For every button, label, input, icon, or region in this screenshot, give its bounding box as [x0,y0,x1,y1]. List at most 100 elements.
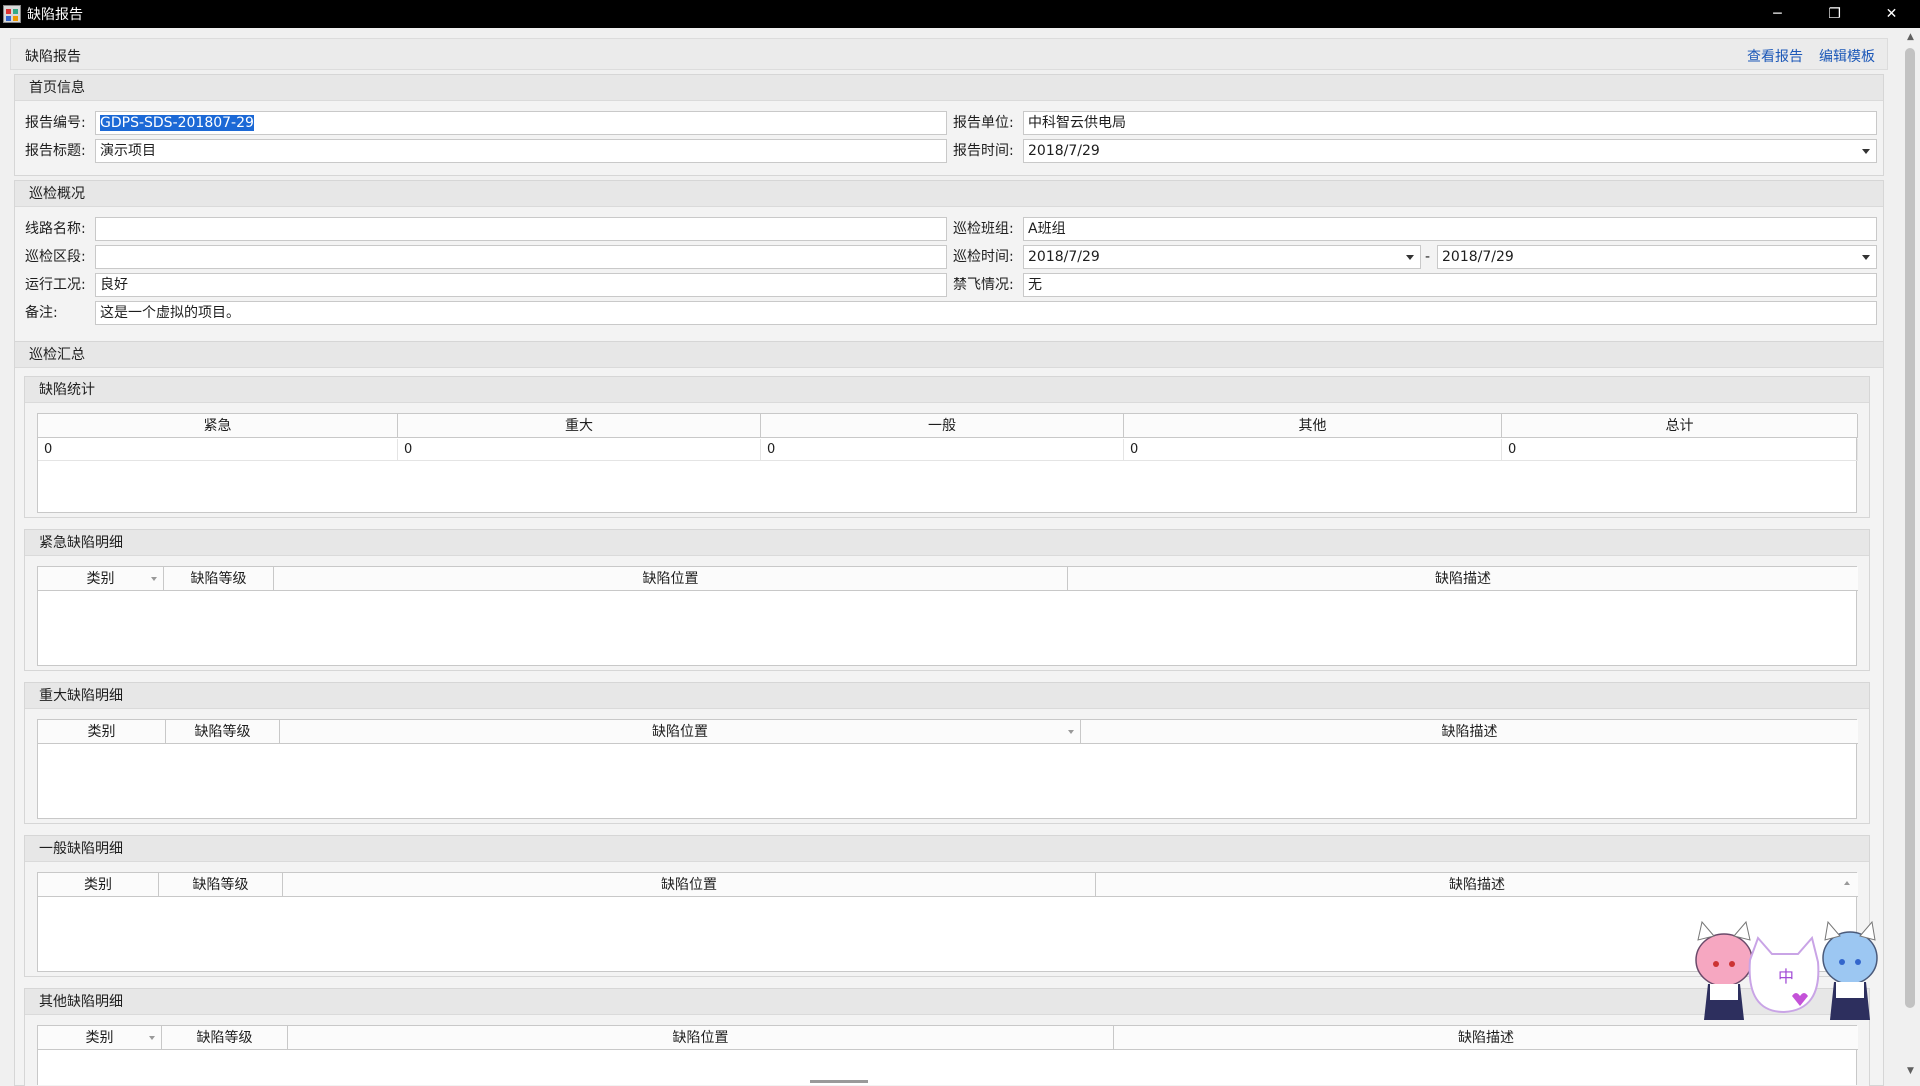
stats-group: 缺陷统计 紧急 重大 一般 其他 总计 0 0 0 0 0 [24,376,1870,518]
other-col-category-label: 类别 [85,1030,114,1046]
urgent-col-category[interactable]: 类别 [38,567,164,591]
urgent-defects-grid[interactable]: 类别 缺陷等级 缺陷位置 缺陷描述 [37,566,1858,666]
close-button[interactable]: ✕ [1863,0,1920,28]
report-title-label: 报告标题: [25,143,86,159]
stats-col-general[interactable]: 一般 [761,414,1124,438]
home-info-title: 首页信息 [15,75,1883,101]
report-time-value: 2018/7/29 [1028,143,1100,159]
scroll-down-icon[interactable]: ▼ [1901,1062,1920,1080]
stats-urgent-value[interactable]: 0 [38,439,398,461]
stats-grid-header: 紧急 重大 一般 其他 总计 [38,414,1858,438]
line-name-field[interactable] [95,217,947,241]
report-title-field[interactable]: 演示项目 [95,139,947,163]
overview-title: 巡检概况 [15,181,1883,207]
nofly-field[interactable]: 无 [1023,273,1877,297]
condition-label: 运行工况: [25,277,86,293]
general-col-location[interactable]: 缺陷位置 [283,873,1096,897]
filter-icon[interactable] [151,577,157,581]
edit-template-link[interactable]: 编辑模板 [1819,46,1875,66]
chevron-down-icon[interactable] [1862,255,1870,260]
urgent-col-location[interactable]: 缺陷位置 [274,567,1068,591]
major-col-location-label: 缺陷位置 [652,724,708,740]
stats-col-total[interactable]: 总计 [1502,414,1858,438]
other-defects-group: 其他缺陷明细 类别 缺陷等级 缺陷位置 缺陷描述 [24,988,1870,1086]
report-panel: 缺陷报告 查看报告 编辑模板 首页信息 报告编号: GDPS-SDS-20180… [10,38,1888,1086]
table-row[interactable]: 0 0 0 0 0 [38,439,1858,461]
app-icon [3,5,21,23]
drag-handle[interactable] [810,1080,868,1083]
chevron-down-icon[interactable] [1862,149,1870,154]
restore-button[interactable]: ❐ [1806,0,1863,28]
other-defects-grid[interactable]: 类别 缺陷等级 缺陷位置 缺陷描述 [37,1025,1858,1085]
urgent-defects-title: 紧急缺陷明细 [25,530,1869,556]
general-defects-grid[interactable]: 类别 缺陷等级 缺陷位置 缺陷描述 [37,872,1858,972]
inspect-time-to-picker[interactable]: 2018/7/29 [1437,245,1877,269]
urgent-col-level[interactable]: 缺陷等级 [164,567,274,591]
other-col-level[interactable]: 缺陷等级 [162,1026,288,1050]
general-col-description-label: 缺陷描述 [1449,877,1505,893]
report-no-field[interactable]: GDPS-SDS-201807-29 [95,111,947,135]
vertical-scrollbar[interactable]: ▲ ▼ [1901,28,1920,1080]
report-time-label: 报告时间: [953,143,1014,159]
ime-mascot-icon[interactable]: 中 [1688,920,1883,1030]
major-col-category[interactable]: 类别 [38,720,166,744]
major-defects-grid[interactable]: 类别 缺陷等级 缺陷位置 缺陷描述 [37,719,1858,819]
window-titlebar: 缺陷报告 ─ ❐ ✕ [0,0,1920,28]
general-col-level[interactable]: 缺陷等级 [159,873,283,897]
stats-general-value[interactable]: 0 [761,439,1124,461]
general-col-description[interactable]: 缺陷描述 [1096,873,1858,897]
sort-ascending-icon[interactable] [1844,881,1850,885]
stats-major-value[interactable]: 0 [398,439,761,461]
restore-icon: ❐ [1828,6,1841,22]
home-info-group: 首页信息 报告编号: GDPS-SDS-201807-29 报告单位: 中科智云… [14,74,1884,176]
overview-group: 巡检概况 线路名称: 巡检班组: A班组 巡检区段: 巡检时间: 2018/7/… [14,180,1884,366]
urgent-grid-header: 类别 缺陷等级 缺陷位置 缺陷描述 [38,567,1858,591]
inspect-time-label: 巡检时间: [953,249,1014,265]
summary-title: 巡检汇总 [15,342,1883,368]
time-range-separator: - [1425,249,1431,265]
stats-col-major[interactable]: 重大 [398,414,761,438]
chevron-down-icon[interactable] [1406,255,1414,260]
stats-col-urgent[interactable]: 紧急 [38,414,398,438]
report-unit-field[interactable]: 中科智云供电局 [1023,111,1877,135]
section-field[interactable] [95,245,947,269]
inspect-time-from-value: 2018/7/29 [1028,249,1100,265]
major-col-description[interactable]: 缺陷描述 [1081,720,1858,744]
major-grid-header: 类别 缺陷等级 缺陷位置 缺陷描述 [38,720,1858,744]
inspect-time-from-picker[interactable]: 2018/7/29 [1023,245,1421,269]
close-icon: ✕ [1885,6,1898,22]
view-report-link[interactable]: 查看报告 [1747,46,1803,66]
remark-label: 备注: [25,305,58,321]
major-col-level[interactable]: 缺陷等级 [166,720,280,744]
minimize-button[interactable]: ─ [1749,0,1806,28]
nofly-label: 禁飞情况: [953,277,1014,293]
filter-icon[interactable] [149,1036,155,1040]
urgent-defects-group: 紧急缺陷明细 类别 缺陷等级 缺陷位置 缺陷描述 [24,529,1870,671]
other-grid-header: 类别 缺陷等级 缺陷位置 缺陷描述 [38,1026,1858,1050]
report-time-picker[interactable]: 2018/7/29 [1023,139,1877,163]
major-defects-title: 重大缺陷明细 [25,683,1869,709]
other-col-category[interactable]: 类别 [38,1026,162,1050]
stats-other-value[interactable]: 0 [1124,439,1502,461]
stats-col-other[interactable]: 其他 [1124,414,1502,438]
report-no-value: GDPS-SDS-201807-29 [100,115,254,131]
other-col-location[interactable]: 缺陷位置 [288,1026,1114,1050]
stats-grid[interactable]: 紧急 重大 一般 其他 总计 0 0 0 0 0 [37,413,1858,513]
urgent-col-description[interactable]: 缺陷描述 [1068,567,1858,591]
general-col-category[interactable]: 类别 [38,873,159,897]
report-header: 缺陷报告 查看报告 编辑模板 [10,38,1888,70]
filter-icon[interactable] [1068,730,1074,734]
remark-field[interactable]: 这是一个虚拟的项目。 [95,301,1877,325]
general-defects-group: 一般缺陷明细 类别 缺陷等级 缺陷位置 缺陷描述 [24,835,1870,977]
report-unit-label: 报告单位: [953,115,1014,131]
condition-field[interactable]: 良好 [95,273,947,297]
scrollbar-thumb[interactable] [1905,48,1915,1008]
team-field[interactable]: A班组 [1023,217,1877,241]
stats-total-value[interactable]: 0 [1502,439,1858,461]
inspect-time-to-value: 2018/7/29 [1442,249,1514,265]
window-title: 缺陷报告 [27,7,83,23]
scroll-up-icon[interactable]: ▲ [1901,28,1920,46]
major-col-location[interactable]: 缺陷位置 [280,720,1081,744]
minimize-icon: ─ [1773,6,1782,22]
team-label: 巡检班组: [953,221,1014,237]
